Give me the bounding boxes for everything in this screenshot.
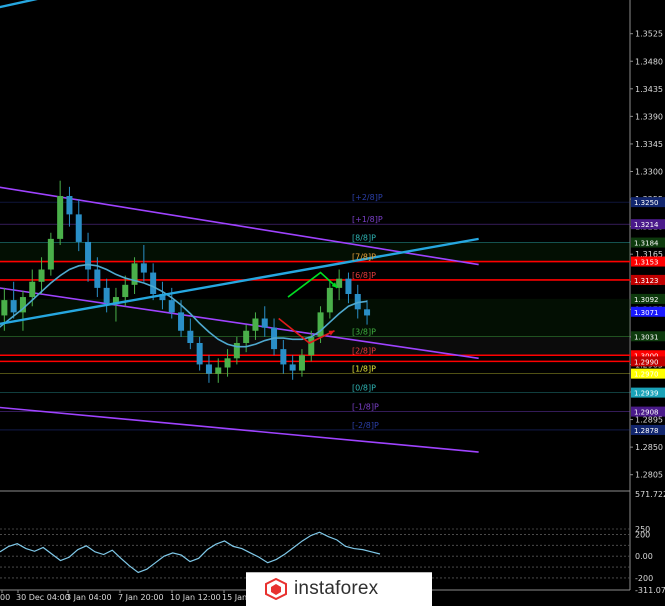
price-badge-label: 1.2939 bbox=[634, 390, 659, 398]
murrey-label: [7/8]P bbox=[352, 253, 376, 262]
candle-body bbox=[317, 312, 324, 337]
oscillator-tick-label: -311.070 bbox=[635, 586, 665, 595]
oscillator-tick-label: -200 bbox=[635, 574, 653, 583]
murrey-band bbox=[0, 336, 630, 356]
candle-body bbox=[150, 272, 157, 294]
candle-body bbox=[243, 330, 250, 343]
price-tick-label: 1.3435 bbox=[635, 85, 663, 94]
candle-body bbox=[196, 343, 203, 365]
murrey-label: [-1/8]P bbox=[352, 403, 379, 412]
candle-body bbox=[38, 269, 45, 282]
instaforex-logo: instaforex bbox=[246, 572, 432, 606]
price-badges: 1.3250 1.3214 1.3184 1.3153 1.3123 1.3092 1.30… bbox=[631, 197, 665, 435]
price-badge-label: 1.3184 bbox=[634, 240, 659, 248]
time-tick-label: 30 Dec 04:00 bbox=[16, 593, 70, 602]
candle-body bbox=[215, 367, 222, 374]
price-badge-label: 1.3250 bbox=[634, 199, 659, 207]
price-badge-label: 1.2970 bbox=[634, 371, 659, 379]
price-badge-label: 1.3092 bbox=[634, 296, 659, 304]
price-badge-label: 1.2990 bbox=[634, 358, 659, 366]
murrey-band bbox=[0, 242, 630, 262]
candle-body bbox=[261, 318, 268, 328]
murrey-band bbox=[0, 298, 630, 337]
candle-body bbox=[1, 300, 8, 316]
candle-body bbox=[103, 287, 110, 304]
candle-body bbox=[252, 318, 259, 331]
candle-body bbox=[29, 281, 36, 298]
candle-body bbox=[280, 349, 287, 365]
murrey-levels bbox=[0, 201, 630, 431]
price-tick-label: 1.3525 bbox=[635, 30, 663, 39]
oscillator-line bbox=[0, 531, 381, 574]
candle-body bbox=[94, 269, 101, 288]
murrey-label: [+1/8]P bbox=[352, 215, 383, 224]
price-badge-label: 1.3153 bbox=[634, 259, 659, 267]
murrey-label: [3/8]P bbox=[352, 327, 376, 336]
channel-line bbox=[0, 406, 479, 453]
murrey-label: [6/8]P bbox=[352, 271, 376, 280]
price-tick-label: 1.3390 bbox=[635, 112, 663, 121]
candle-body bbox=[168, 300, 175, 313]
candle-body bbox=[298, 355, 305, 371]
oscillator-tick-label: 200 bbox=[635, 530, 650, 539]
murrey-label: [0/8]P bbox=[352, 384, 376, 393]
murrey-label: [+2/8]P bbox=[352, 193, 383, 202]
candle-body bbox=[140, 263, 147, 273]
price-badge-label: 1.3214 bbox=[634, 221, 659, 229]
candle-body bbox=[66, 196, 73, 215]
candle-body bbox=[224, 358, 231, 368]
price-tick-label: 1.3300 bbox=[635, 168, 663, 177]
oscillator-tick-label: 0.00 bbox=[635, 552, 653, 561]
trend-lines bbox=[0, 0, 479, 326]
candle-body bbox=[10, 300, 17, 313]
candle-body bbox=[57, 196, 64, 239]
candle-body bbox=[336, 278, 343, 288]
candle-body bbox=[326, 287, 333, 313]
time-tick-label: 10 Jan 12:00 bbox=[170, 593, 221, 602]
upper-trend-line bbox=[0, 0, 38, 9]
price-tick-label: 1.2805 bbox=[635, 471, 663, 480]
price-tick-label: 1.2895 bbox=[635, 416, 663, 425]
candle-body bbox=[364, 309, 371, 316]
murrey-label: [1/8]P bbox=[352, 365, 376, 374]
price-tick-label: 1.2850 bbox=[635, 443, 663, 452]
oscillator-tick-label: 571.7224 bbox=[635, 490, 665, 499]
candle-body bbox=[122, 284, 129, 298]
murrey-label: [-2/8]P bbox=[352, 421, 379, 430]
time-tick-label: 3 Jan 04:00 bbox=[66, 593, 112, 602]
candle-body bbox=[187, 330, 194, 343]
murrey-label: [8/8]P bbox=[352, 234, 376, 243]
candle-body bbox=[205, 364, 212, 374]
price-badge-label: 1.3031 bbox=[634, 333, 659, 341]
logo-text: instaforex bbox=[294, 578, 379, 599]
price-badge-label: 1.2878 bbox=[634, 427, 659, 435]
time-tick-label: 7 Jan 20:00 bbox=[118, 593, 164, 602]
time-tick-label: 15 Jan bbox=[222, 593, 247, 602]
forex-chart[interactable]: 1.3525 1.3480 1.3435 1.3390 1.3345 1.3300 1.32… bbox=[0, 0, 665, 605]
price-badge-label: 1.3123 bbox=[634, 277, 659, 285]
price-tick-label: 1.3480 bbox=[635, 57, 663, 66]
time-tick-label: 00 bbox=[0, 593, 10, 602]
candle-body bbox=[308, 336, 315, 356]
murrey-label: [2/8]P bbox=[352, 346, 376, 355]
price-badge-label: 1.2908 bbox=[634, 409, 659, 417]
candle-body bbox=[289, 364, 296, 371]
time-axis: 00 30 Dec 04:003 Jan 04:00 7 Jan 20:00 10 J… bbox=[0, 590, 247, 602]
candle-body bbox=[47, 238, 54, 270]
price-badge-label: 1.3071 bbox=[634, 309, 659, 317]
candle-body bbox=[178, 312, 185, 331]
price-tick-label: 1.3345 bbox=[635, 140, 663, 149]
instaforex-logo-icon bbox=[265, 578, 287, 600]
candle-body bbox=[75, 214, 82, 242]
candle-body bbox=[345, 278, 352, 294]
